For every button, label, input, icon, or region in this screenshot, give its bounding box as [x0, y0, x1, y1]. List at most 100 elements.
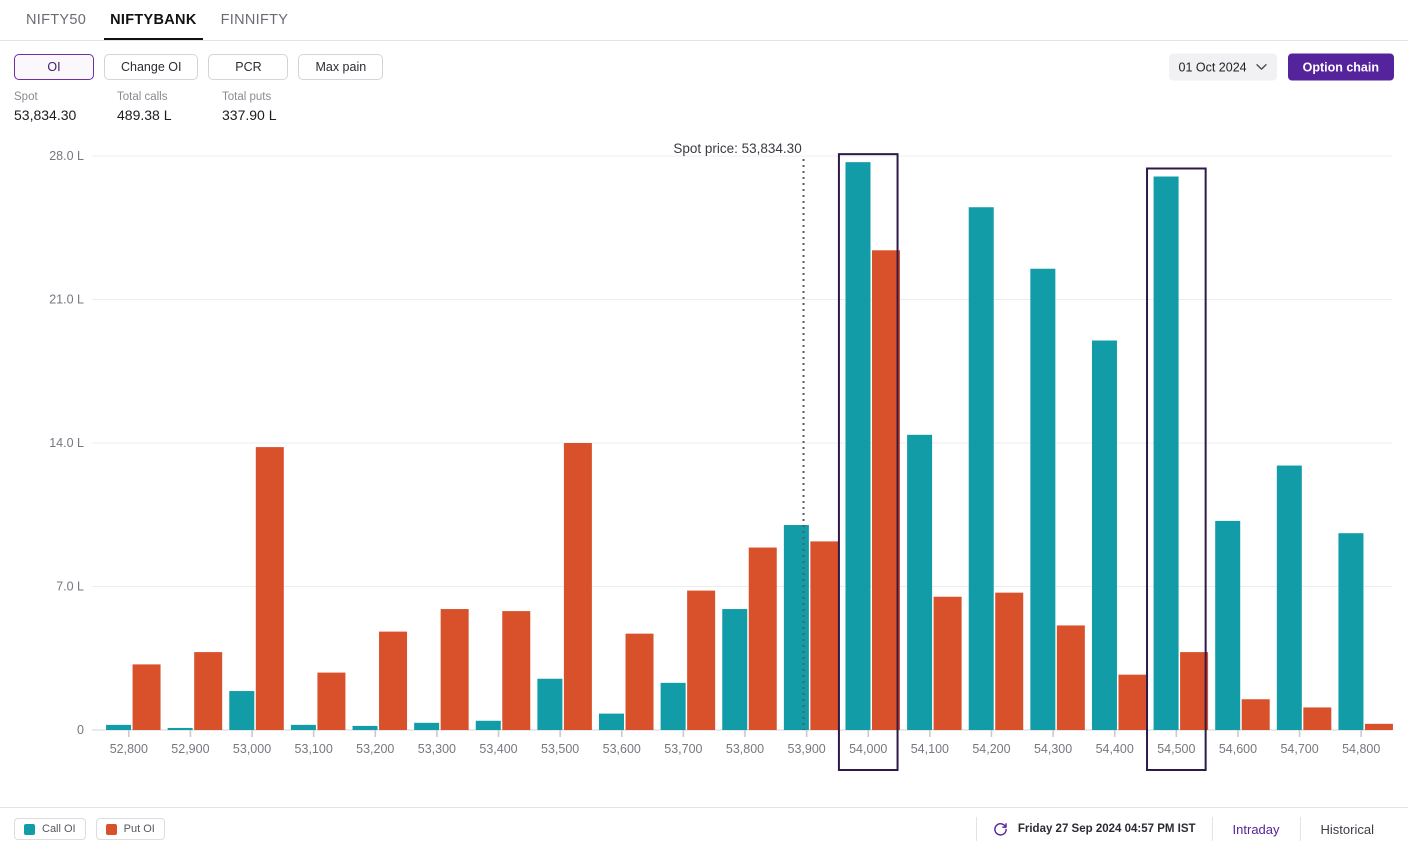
bar-call-oi[interactable] [167, 727, 193, 730]
bar-put-oi[interactable] [502, 611, 531, 730]
legend-put-oi[interactable]: Put OI [95, 818, 165, 840]
footer-link-historical[interactable]: Historical [1301, 816, 1394, 842]
bar-put-oi[interactable] [194, 652, 223, 730]
bar-call-oi[interactable] [1030, 268, 1056, 730]
view-button-max-pain[interactable]: Max pain [298, 54, 384, 80]
view-button-change-oi[interactable]: Change OI [104, 54, 199, 80]
last-updated-timestamp: Friday 27 Sep 2024 04:57 PM IST [1017, 823, 1196, 835]
bar-put-oi[interactable] [871, 250, 900, 731]
x-axis-tick-label[interactable]: 54,700 [1280, 742, 1318, 756]
summary-stats: Spot 53,834.30 Total calls 489.38 L Tota… [0, 90, 1408, 125]
bar-put-oi[interactable] [1303, 707, 1332, 730]
option-chain-button[interactable]: Option chain [1287, 53, 1394, 81]
stat-spot: Spot 53,834.30 [14, 90, 117, 125]
bar-call-oi[interactable] [352, 725, 378, 730]
tab-finnifty[interactable]: FINNIFTY [209, 0, 301, 40]
x-axis-tick-label[interactable]: 53,100 [295, 742, 333, 756]
stat-total-calls: Total calls 489.38 L [117, 90, 222, 125]
bar-call-oi[interactable] [229, 691, 255, 730]
bar-put-oi[interactable] [687, 590, 716, 730]
y-axis-tick-label: 28.0 L [49, 149, 84, 163]
x-axis-tick-label[interactable]: 54,300 [1034, 742, 1072, 756]
refresh-icon[interactable] [993, 822, 1008, 837]
x-axis-tick-label[interactable]: 53,700 [664, 742, 702, 756]
stat-total-calls-value: 489.38 L [117, 107, 172, 123]
bar-put-oi[interactable] [1180, 652, 1209, 730]
bar-call-oi[interactable] [106, 724, 132, 730]
footer-right: Friday 27 Sep 2024 04:57 PM IST Intraday… [975, 816, 1394, 842]
x-axis-tick-label[interactable]: 53,800 [726, 742, 764, 756]
bar-call-oi[interactable] [660, 682, 686, 730]
x-axis-tick-label-highlighted[interactable]: 54,500 [1157, 742, 1195, 756]
bar-call-oi[interactable] [599, 713, 625, 730]
bar-put-oi[interactable] [1241, 699, 1270, 730]
stat-spot-value: 53,834.30 [14, 107, 77, 123]
chevron-down-icon [1255, 64, 1267, 71]
oi-bar-chart-svg: 0 7.0 L 14.0 L 21.0 L 28.0 L 52,800 52,900 53,0… [49, 141, 1393, 771]
bar-call-oi[interactable] [537, 678, 563, 730]
bar-put-oi[interactable] [440, 609, 469, 730]
bar-put-oi[interactable] [995, 592, 1024, 730]
bar-put-oi[interactable] [933, 596, 962, 730]
footer-link-intraday[interactable]: Intraday [1213, 816, 1300, 842]
bar-put-oi[interactable] [132, 664, 161, 730]
x-axis-tick-label[interactable]: 53,000 [233, 742, 271, 756]
stat-total-puts-value: 337.90 L [222, 107, 277, 123]
view-button-oi[interactable]: OI [14, 54, 94, 80]
x-axis-tick-label-highlighted[interactable]: 54,000 [849, 742, 887, 756]
x-axis-tick-label[interactable]: 53,400 [479, 742, 517, 756]
x-axis-tick-label[interactable]: 53,300 [418, 742, 456, 756]
x-axis-tick-label[interactable]: 53,200 [356, 742, 394, 756]
bar-put-oi[interactable] [1118, 674, 1147, 730]
legend-call-swatch [24, 823, 35, 835]
bar-call-oi[interactable] [907, 434, 933, 730]
bar-call-oi[interactable] [1276, 465, 1302, 730]
bar-put-oi[interactable] [748, 547, 777, 730]
x-axis-tick-label[interactable]: 54,400 [1096, 742, 1134, 756]
x-axis-tick-label[interactable]: 53,600 [603, 742, 641, 756]
bar-call-oi[interactable] [1215, 520, 1241, 730]
y-axis-tick-label: 0 [77, 723, 84, 737]
bar-call-oi[interactable] [1153, 176, 1179, 731]
bar-call-oi[interactable] [783, 525, 809, 730]
spot-price-annotation-label: Spot price: 53,834.30 [673, 141, 801, 156]
bar-call-oi[interactable] [1091, 340, 1117, 731]
legend-call-oi[interactable]: Call OI [14, 818, 86, 840]
bar-put-oi[interactable] [810, 541, 839, 730]
bar-put-oi[interactable] [317, 672, 346, 730]
bar-put-oi[interactable] [563, 443, 592, 730]
x-axis-tick-label[interactable]: 53,900 [788, 742, 826, 756]
bar-put-oi[interactable] [1056, 625, 1085, 730]
bar-call-oi[interactable] [414, 722, 440, 730]
bar-put-oi[interactable] [625, 633, 654, 730]
stat-total-puts: Total puts 337.90 L [222, 90, 342, 125]
bar-call-oi[interactable] [1338, 533, 1364, 730]
x-axis-tick-label[interactable]: 54,200 [972, 742, 1010, 756]
expiry-date-select[interactable]: 01 Oct 2024 [1168, 53, 1277, 81]
x-axis-tick-label[interactable]: 54,800 [1342, 742, 1380, 756]
bar-put-oi[interactable] [379, 631, 408, 730]
legend-put-swatch [105, 823, 117, 835]
bar-put-oi[interactable] [255, 447, 284, 730]
bar-call-oi[interactable] [475, 720, 501, 730]
bar-call-oi[interactable] [845, 162, 871, 730]
tab-niftybank[interactable]: NIFTYBANK [98, 0, 208, 40]
refresh-group: Friday 27 Sep 2024 04:57 PM IST [977, 822, 1212, 837]
x-axis-tick-label[interactable]: 52,900 [171, 742, 209, 756]
right-controls: 01 Oct 2024 Option chain [1168, 53, 1394, 81]
bar-call-oi[interactable] [290, 724, 316, 730]
x-axis-tick-label[interactable]: 53,500 [541, 742, 579, 756]
x-axis-tick-label[interactable]: 52,800 [110, 742, 148, 756]
bar-put-oi[interactable] [1364, 723, 1393, 730]
oi-bar-chart: 0 7.0 L 14.0 L 21.0 L 28.0 L 52,800 52,900 53,0… [0, 131, 1408, 801]
view-button-pcr[interactable]: PCR [208, 54, 289, 80]
controls-row: OI Change OI PCR Max pain 01 Oct 2024 Op… [0, 41, 1408, 93]
tab-nifty50[interactable]: NIFTY50 [14, 0, 98, 40]
x-axis-tick-label[interactable]: 54,100 [911, 742, 949, 756]
bar-call-oi[interactable] [968, 207, 994, 730]
y-axis-tick-label: 14.0 L [49, 436, 84, 450]
x-axis-tick-label[interactable]: 54,600 [1219, 742, 1257, 756]
chart-footer: Call OI Put OI Friday 27 Sep 2024 04:57 … [0, 807, 1408, 850]
bar-call-oi[interactable] [722, 609, 748, 730]
legend-put-label: Put OI [123, 823, 155, 835]
